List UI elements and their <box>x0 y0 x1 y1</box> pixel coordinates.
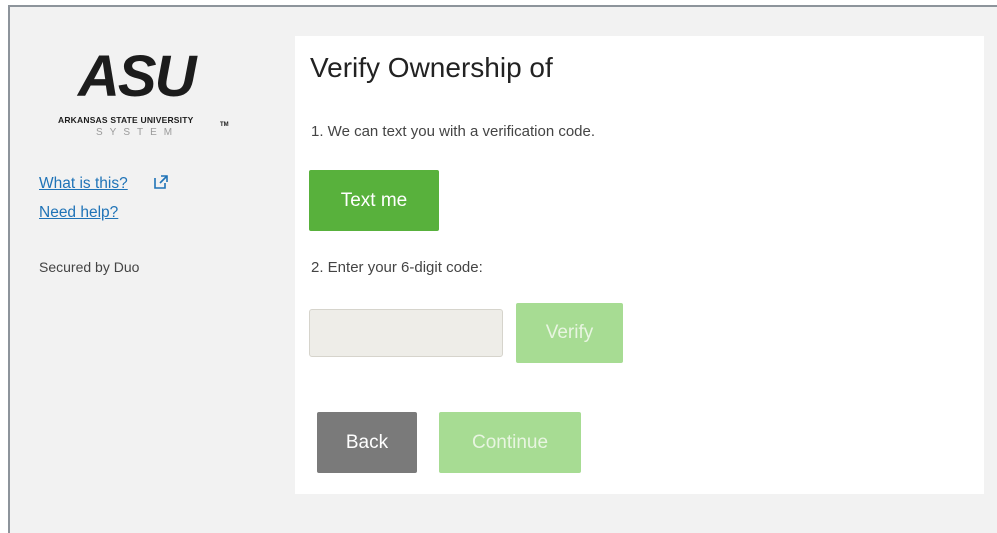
back-button[interactable]: Back <box>317 412 417 473</box>
step1-instruction: 1. We can text you with a verification c… <box>311 123 596 140</box>
step2-instruction: 2. Enter your 6-digit code: <box>311 259 483 276</box>
duo-frame: ASU TM ARKANSAS STATE UNIVERSITY SYSTEM … <box>8 5 997 533</box>
logo-university-name: ARKANSAS STATE UNIVERSITY <box>58 115 194 125</box>
what-is-this-link[interactable]: What is this? <box>39 175 128 193</box>
need-help-link[interactable]: Need help? <box>39 204 118 222</box>
external-link-icon[interactable] <box>152 173 170 191</box>
logo-mark-text: ASU <box>78 44 196 109</box>
verification-panel: Verify Ownership of 1. We can text you w… <box>295 36 984 494</box>
logo-system-text: SYSTEM <box>96 127 180 138</box>
logo-trademark: TM <box>220 122 229 128</box>
secured-by-duo: Secured by Duo <box>39 259 140 275</box>
sidebar: ASU TM ARKANSAS STATE UNIVERSITY SYSTEM … <box>10 7 295 533</box>
asu-system-logo: ASU TM ARKANSAS STATE UNIVERSITY SYSTEM <box>54 48 244 149</box>
verify-button[interactable]: Verify <box>516 303 623 363</box>
logo-mark: ASU TM <box>54 48 244 129</box>
continue-button[interactable]: Continue <box>439 412 581 473</box>
text-me-button[interactable]: Text me <box>309 170 439 231</box>
page-title: Verify Ownership of <box>310 52 553 83</box>
verification-code-input[interactable] <box>309 309 503 357</box>
